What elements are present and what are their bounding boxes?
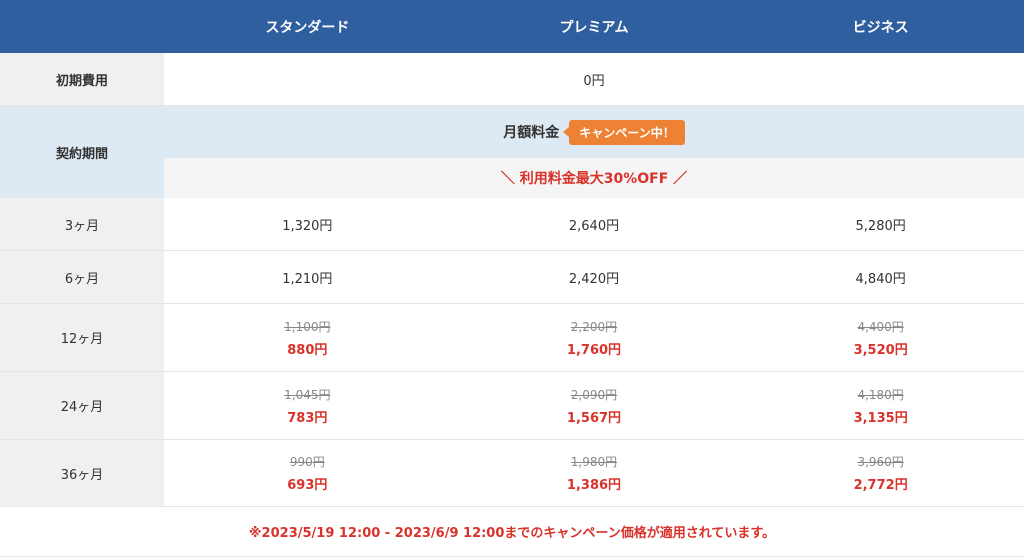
price-cell: 2,420円 — [450, 251, 738, 303]
discounted-price: 1,760円 — [566, 342, 622, 358]
original-price: 2,090円 — [570, 387, 618, 402]
price-cell: 4,400円 3,520円 — [737, 304, 1024, 371]
price-cell: 1,210円 — [164, 251, 451, 303]
price-cell: 1,045円 783円 — [164, 372, 451, 439]
table-row: 6ヶ月 1,210円 2,420円 4,840円 — [0, 251, 1024, 304]
initial-fee-value: 0円 — [164, 53, 1024, 105]
discounted-price: 1,567円 — [566, 410, 622, 426]
header-empty-cell — [0, 0, 164, 53]
discount-banner: ＼ 利用料金最大30%OFF ／ — [164, 158, 1024, 198]
period-label: 24ヶ月 — [0, 372, 164, 439]
original-price: 1,045円 — [284, 387, 331, 402]
original-price: 3,960円 — [857, 455, 904, 469]
price-cell: 2,200円 1,760円 — [450, 304, 738, 371]
discounted-price: 693円 — [287, 478, 328, 493]
contract-period-label: 契約期間 — [0, 106, 164, 198]
discounted-price: 1,386円 — [566, 478, 622, 493]
table-row: 12ヶ月 1,100円 880円 2,200円 1,760円 4,400円 3,520円 — [0, 304, 1024, 372]
monthly-price: 2,640円 — [568, 218, 620, 234]
table-header: スタンダード プレミアム ビジネス — [0, 0, 1024, 53]
price-cell: 990円 693円 — [164, 440, 451, 506]
header-plan-premium: プレミアム — [450, 0, 738, 53]
table-row: 24ヶ月 1,045円 783円 2,090円 1,567円 4,180円 3,135円 — [0, 372, 1024, 440]
price-cell: 1,980円 1,386円 — [450, 440, 738, 506]
table-row: 36ヶ月 990円 693円 1,980円 1,386円 3,960円 2,772円 — [0, 440, 1024, 507]
table-row: 3ヶ月 1,320円 2,640円 5,280円 — [0, 198, 1024, 251]
original-price: 1,100円 — [284, 319, 331, 334]
original-price: 990円 — [289, 455, 325, 469]
header-plan-standard: スタンダード — [164, 0, 451, 53]
monthly-price: 1,210円 — [282, 271, 333, 287]
monthly-price: 5,280円 — [855, 218, 906, 234]
price-cell: 3,960円 2,772円 — [737, 440, 1024, 506]
period-label: 36ヶ月 — [0, 440, 164, 506]
monthly-fee-row: 月額料金 キャンペーン中！ — [164, 106, 1024, 158]
discounted-price: 880円 — [287, 342, 328, 358]
period-label: 3ヶ月 — [0, 198, 164, 250]
discounted-price: 3,520円 — [853, 342, 908, 358]
monthly-price: 4,840円 — [855, 271, 906, 287]
discounted-price: 2,772円 — [853, 478, 908, 493]
campaign-badge: キャンペーン中！ — [563, 119, 685, 145]
monthly-price: 1,320円 — [282, 218, 333, 234]
original-price: 2,200円 — [570, 319, 618, 334]
campaign-note: ※2023/5/19 12:00 - 2023/6/9 12:00までのキャンペ… — [0, 507, 1024, 557]
period-label: 6ヶ月 — [0, 251, 164, 303]
discounted-price: 783円 — [287, 410, 328, 426]
price-cell: 5,280円 — [737, 198, 1024, 250]
price-cell: 1,100円 880円 — [164, 304, 451, 371]
monthly-price: 2,420円 — [568, 271, 620, 287]
price-cell: 1,320円 — [164, 198, 451, 250]
pricing-table: スタンダード プレミアム ビジネス 初期費用 0円 契約期間 月額料金 キャンペ… — [0, 0, 1024, 560]
price-cell: 2,090円 1,567円 — [450, 372, 738, 439]
original-price: 4,400円 — [857, 319, 904, 334]
contract-period-block: 契約期間 月額料金 キャンペーン中！ ＼ 利用料金最大30%OFF ／ — [0, 106, 1024, 198]
monthly-fee-header: 月額料金 キャンペーン中！ ＼ 利用料金最大30%OFF ／ — [164, 106, 1024, 198]
initial-fee-label: 初期費用 — [0, 53, 164, 105]
original-price: 4,180円 — [857, 387, 904, 402]
price-cell: 4,180円 3,135円 — [737, 372, 1024, 439]
initial-fee-row: 初期費用 0円 — [0, 53, 1024, 106]
header-plan-business: ビジネス — [737, 0, 1024, 53]
monthly-fee-label: 月額料金 — [503, 125, 560, 141]
price-cell: 4,840円 — [737, 251, 1024, 303]
period-label: 12ヶ月 — [0, 304, 164, 371]
discounted-price: 3,135円 — [853, 410, 908, 426]
original-price: 1,980円 — [570, 455, 618, 469]
price-cell: 2,640円 — [450, 198, 738, 250]
